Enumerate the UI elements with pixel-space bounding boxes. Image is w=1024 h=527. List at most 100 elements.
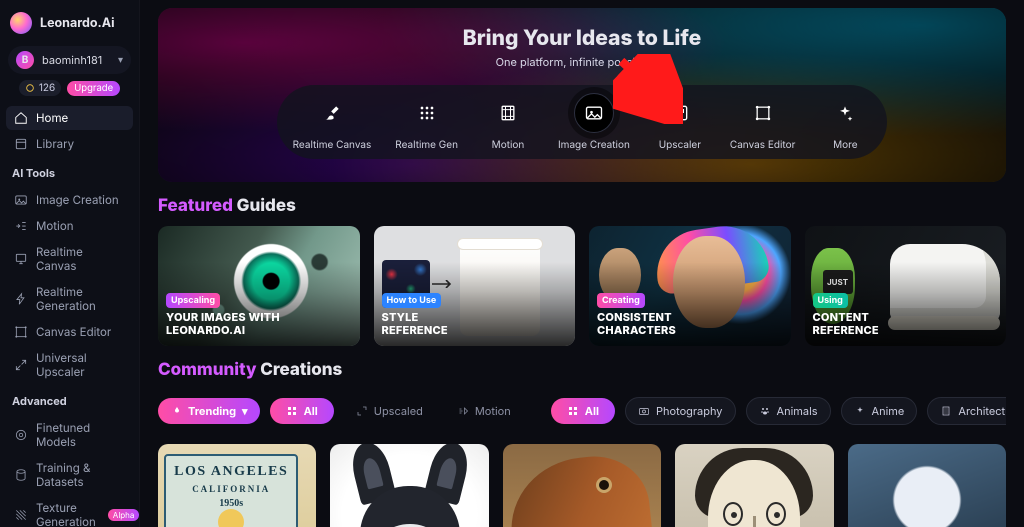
grid-icon (407, 93, 447, 133)
heading-accent: Community (158, 360, 257, 380)
upscale-icon (14, 358, 28, 372)
guide-tag: Creating (597, 293, 645, 308)
user-name: baominh181 (42, 53, 110, 67)
community-card[interactable] (848, 444, 1006, 527)
nav-label: Universal Upscaler (36, 351, 125, 379)
brand: Leonardo.Ai (6, 8, 133, 44)
vector-icon (14, 325, 28, 339)
hero-action-canvas-editor[interactable]: Canvas Editor (730, 93, 795, 151)
nav-label: Realtime Canvas (36, 245, 125, 273)
guide-card[interactable]: JUST Using CONTENT REFERENCE (805, 226, 1007, 346)
community-card[interactable]: LOS ANGELES CALIFORNIA 1950s (158, 444, 316, 527)
nav-item-realtime-canvas[interactable]: Realtime Canvas (6, 240, 133, 278)
upscale-icon (660, 93, 700, 133)
bolt-icon (14, 292, 28, 306)
filter-animals[interactable]: Animals (746, 397, 831, 425)
heading-rest: Creations (260, 360, 342, 380)
hero-action-label: Upscaler (659, 139, 701, 151)
texture-icon (14, 508, 28, 522)
hero-action-image-creation[interactable]: Image Creation (558, 93, 630, 151)
nav-label: Finetuned Models (36, 421, 125, 449)
alpha-badge: Alpha (108, 509, 140, 521)
chevron-down-icon: ▾ (242, 404, 248, 418)
user-menu[interactable]: B baominh181 ▾ (8, 46, 131, 74)
hero-title: Bring Your Ideas to Life (158, 26, 1006, 51)
grid-icon (286, 405, 298, 417)
filter-architecture[interactable]: Architecture (927, 397, 1006, 425)
hero-action-motion[interactable]: Motion (482, 93, 534, 151)
guide-card[interactable]: How to Use STYLE REFERENCE (374, 226, 576, 346)
nav-primary: Home Library (6, 106, 133, 156)
hero-action-label: Realtime Gen (395, 139, 458, 151)
credits-row: 126 Upgrade (6, 80, 133, 96)
poster-year: 1950s (172, 498, 290, 509)
grid-icon (567, 405, 579, 417)
filter-trending[interactable]: Trending ▾ (158, 398, 260, 424)
chevron-down-icon: ▾ (118, 54, 123, 66)
image-icon (574, 93, 614, 133)
credits-value: 126 (39, 82, 55, 94)
image-icon (14, 193, 28, 207)
nav-label: Training & Datasets (36, 461, 125, 489)
featured-guides-row: Upscaling YOUR IMAGES WITH LEONARDO.AI H… (158, 226, 1006, 346)
nav-label: Image Creation (36, 193, 119, 207)
paw-icon (759, 405, 771, 417)
featured-guides-heading: Featured Guides (158, 196, 1006, 216)
filter-all-left[interactable]: All (270, 398, 334, 424)
guide-tag: How to Use (382, 293, 442, 308)
nav-label: Motion (36, 219, 74, 233)
heading-rest: Guides (237, 196, 296, 216)
hero-action-label: Image Creation (558, 139, 630, 151)
credits-chip[interactable]: 126 (19, 80, 61, 96)
building-icon (940, 405, 952, 417)
nav-item-library[interactable]: Library (6, 132, 133, 156)
poster-subtitle: CALIFORNIA (172, 484, 290, 494)
filter-photography[interactable]: Photography (625, 397, 736, 425)
hero-banner: Bring Your Ideas to Life One platform, i… (158, 8, 1006, 182)
hero-action-label: Realtime Canvas (293, 139, 372, 151)
nav-item-texture-generation[interactable]: Texture Generation Alpha (6, 496, 133, 527)
nav-item-canvas-editor[interactable]: Canvas Editor (6, 320, 133, 344)
community-card[interactable] (330, 444, 488, 527)
community-card[interactable] (503, 444, 661, 527)
nav-label: Canvas Editor (36, 325, 111, 339)
nav-item-training-datasets[interactable]: Training & Datasets (6, 456, 133, 494)
hero-action-label: Motion (492, 139, 525, 151)
nav-item-finetuned-models[interactable]: Finetuned Models (6, 416, 133, 454)
community-row: LOS ANGELES CALIFORNIA 1950s (158, 444, 1006, 527)
nav-item-motion[interactable]: Motion (6, 214, 133, 238)
filter-anime[interactable]: Anime (841, 397, 918, 425)
upgrade-button[interactable]: Upgrade (67, 81, 120, 96)
nav-item-realtime-generation[interactable]: Realtime Generation (6, 280, 133, 318)
coin-icon (25, 83, 35, 93)
nav-label: Library (36, 137, 74, 151)
hero-action-more[interactable]: More (819, 93, 871, 151)
nav-item-universal-upscaler[interactable]: Universal Upscaler (6, 346, 133, 384)
filter-label: Trending (188, 404, 236, 418)
dinosaur-illustration (504, 451, 657, 527)
models-icon (14, 428, 28, 442)
flame-icon (170, 405, 182, 417)
brand-name: Leonardo.Ai (40, 16, 114, 31)
nav-label: Realtime Generation (36, 285, 125, 313)
hero-action-realtime-canvas[interactable]: Realtime Canvas (293, 93, 372, 151)
community-filters: Trending ▾ All Upscaled Motion All (158, 390, 1006, 432)
guide-card[interactable]: Upscaling YOUR IMAGES WITH LEONARDO.AI (158, 226, 360, 346)
hero-action-bar: Realtime Canvas Realtime Gen Motion Imag… (277, 85, 888, 159)
filter-upscaled[interactable]: Upscaled (344, 398, 435, 424)
community-heading: Community Creations (158, 360, 1006, 380)
main-content: Bring Your Ideas to Life One platform, i… (140, 0, 1024, 527)
motion-icon (457, 405, 469, 417)
sidebar: Leonardo.Ai B baominh181 ▾ 126 Upgrade H… (0, 0, 140, 527)
hero-action-label: Canvas Editor (730, 139, 795, 151)
hero-action-realtime-gen[interactable]: Realtime Gen (395, 93, 458, 151)
filter-all-right[interactable]: All (551, 398, 615, 424)
filter-motion[interactable]: Motion (445, 398, 523, 424)
nav-item-home[interactable]: Home (6, 106, 133, 130)
dataset-icon (14, 468, 28, 482)
guide-card[interactable]: Creating CONSISTENT CHARACTERS (589, 226, 791, 346)
nav-item-image-creation[interactable]: Image Creation (6, 188, 133, 212)
hero-action-upscaler[interactable]: Upscaler (654, 93, 706, 151)
guide-tag: Upscaling (166, 293, 220, 308)
community-card[interactable] (675, 444, 833, 527)
